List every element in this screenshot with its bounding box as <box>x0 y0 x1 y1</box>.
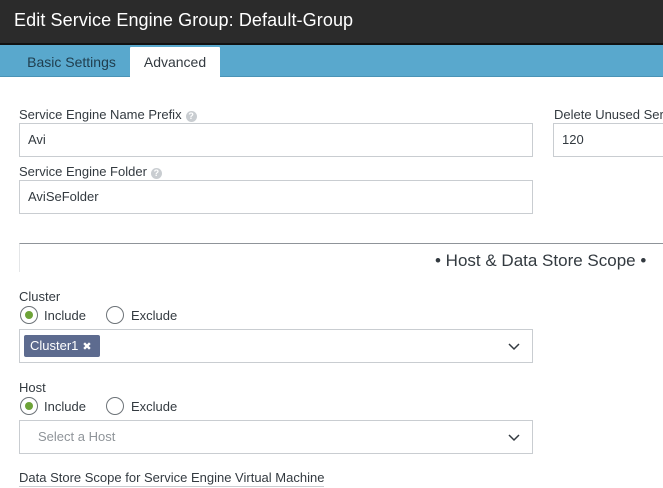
chevron-down-icon[interactable] <box>508 340 520 352</box>
host-select[interactable]: Select a Host <box>19 420 533 454</box>
name-prefix-label-text: Service Engine Name Prefix <box>19 107 182 122</box>
name-prefix-label: Service Engine Name Prefix? <box>19 107 197 122</box>
folder-label-text: Service Engine Folder <box>19 164 147 179</box>
host-exclude-label[interactable]: Exclude <box>131 399 177 414</box>
host-select-placeholder: Select a Host <box>38 429 116 444</box>
datastore-scope-label: Data Store Scope for Service Engine Virt… <box>19 470 325 487</box>
help-icon[interactable]: ? <box>185 111 197 122</box>
cluster-chip-label: Cluster1 <box>30 338 79 353</box>
host-include-radio[interactable] <box>20 397 38 415</box>
host-label: Host <box>19 380 46 395</box>
tab-basic-settings[interactable]: Basic Settings <box>16 47 127 76</box>
cluster-label: Cluster <box>19 289 61 304</box>
chip-remove-icon[interactable]: ✖ <box>82 341 91 353</box>
delete-unused-label: Delete Unused Ser <box>554 107 663 122</box>
name-prefix-input[interactable]: Avi <box>19 123 533 157</box>
cluster-exclude-label[interactable]: Exclude <box>131 308 177 323</box>
host-include-label[interactable]: Include <box>44 399 86 414</box>
cluster-include-label[interactable]: Include <box>44 308 86 323</box>
modal-header: Edit Service Engine Group: Default-Group <box>0 0 663 45</box>
tab-bar: Basic Settings Advanced <box>0 45 663 77</box>
cluster-select[interactable]: Cluster1 ✖ <box>19 329 533 363</box>
cluster-exclude-radio[interactable] <box>106 306 124 324</box>
folder-label: Service Engine Folder? <box>19 164 162 179</box>
cluster-chip: Cluster1 ✖ <box>24 335 100 357</box>
folder-input[interactable]: AviSeFolder <box>19 180 533 214</box>
chevron-down-icon[interactable] <box>508 431 520 443</box>
help-icon[interactable]: ? <box>150 168 162 179</box>
delete-unused-input[interactable]: 120 <box>553 123 663 157</box>
host-exclude-radio[interactable] <box>106 397 124 415</box>
modal-title: Edit Service Engine Group: Default-Group <box>14 10 354 30</box>
cluster-include-radio[interactable] <box>20 306 38 324</box>
tab-advanced[interactable]: Advanced <box>130 47 220 77</box>
section-title: • Host & Data Store Scope • <box>435 251 647 270</box>
